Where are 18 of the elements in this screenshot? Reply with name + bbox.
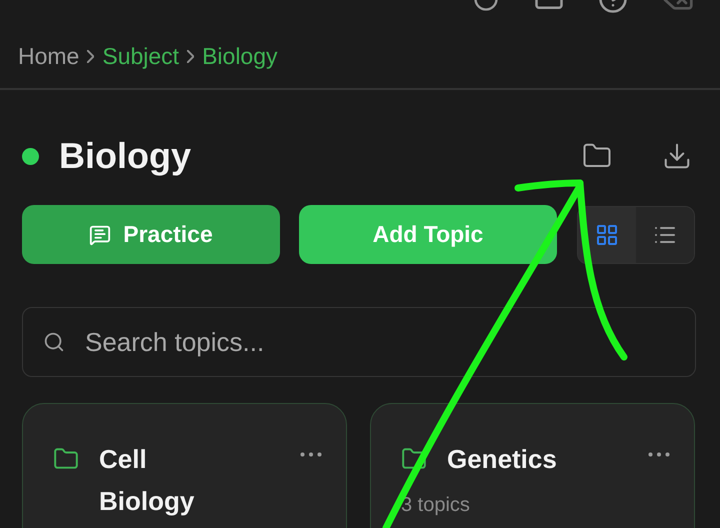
subject-title: Biology	[59, 135, 192, 177]
grid-icon	[595, 222, 619, 246]
search-icon	[43, 331, 65, 353]
chevron-icon	[187, 50, 194, 62]
ellipsis-icon	[648, 452, 670, 457]
breadcrumb-link[interactable]: Biology	[202, 42, 278, 70]
search-input[interactable]: Search topics...	[83, 326, 675, 358]
topic-card[interactable]: Cell Biology	[22, 403, 347, 528]
topic-title: Genetics	[447, 443, 558, 476]
breadcrumb-link[interactable]: Home	[18, 42, 80, 70]
breadcrumb-link[interactable]: Subject	[102, 42, 180, 70]
chat-icon	[89, 224, 112, 246]
search-field[interactable]: Search topics...	[22, 307, 696, 377]
ellipsis-icon	[300, 452, 322, 457]
download-button[interactable]	[662, 141, 692, 171]
chevron-icon	[87, 50, 94, 62]
topic-title: Cell Biology	[99, 443, 196, 518]
practice-button[interactable]: Practice	[22, 205, 280, 264]
